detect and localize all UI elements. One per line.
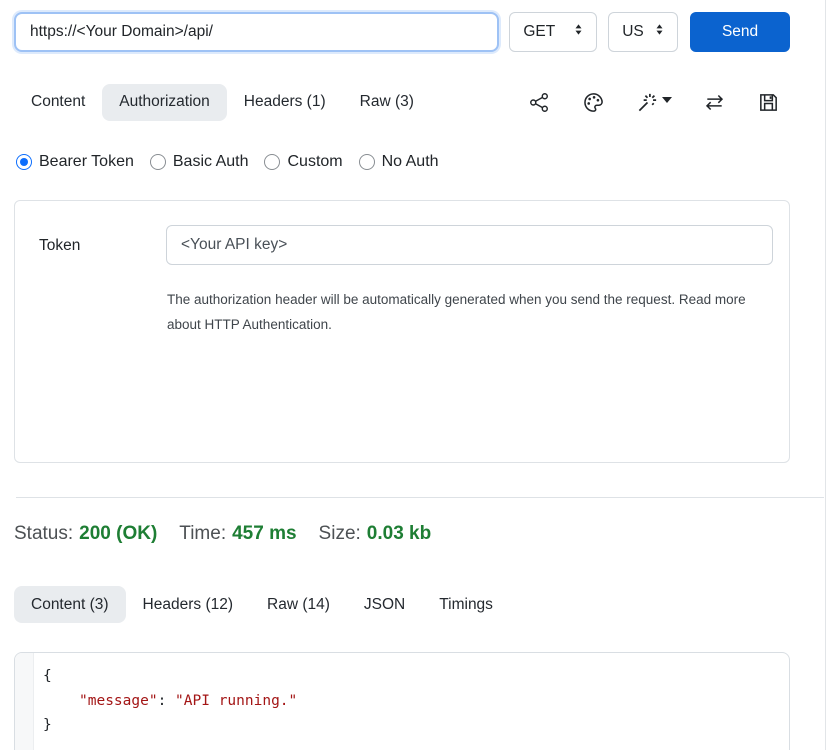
token-field-label: Token (39, 237, 80, 255)
resp-tab-json[interactable]: JSON (347, 586, 422, 623)
code-gutter (15, 653, 34, 750)
json-value: "API running." (175, 693, 297, 709)
radio-button-icon (150, 154, 166, 170)
select-arrows-icon (571, 22, 586, 42)
swap-arrows-icon[interactable] (703, 91, 726, 114)
radio-button-icon (264, 154, 280, 170)
request-bar: GET US Send (14, 12, 790, 52)
radio-label: Custom (287, 153, 342, 171)
method-select-value: GET (523, 23, 555, 41)
select-arrows-icon (652, 22, 667, 42)
token-help-text: The authorization header will be automat… (167, 287, 761, 337)
token-panel: Token The authorization header will be a… (14, 200, 790, 463)
json-key: "message" (79, 693, 158, 709)
radio-label: Bearer Token (39, 153, 134, 171)
radio-basic-auth[interactable]: Basic Auth (150, 153, 249, 171)
token-input[interactable] (166, 225, 773, 265)
toolbar-icons (528, 91, 780, 114)
tab-authorization[interactable]: Authorization (102, 84, 226, 121)
tab-content[interactable]: Content (14, 84, 102, 121)
radio-bearer-token[interactable]: Bearer Token (16, 153, 134, 171)
magic-wand-dropdown[interactable] (636, 91, 672, 114)
response-json: { "message": "API running." } (34, 653, 789, 750)
time-value: 457 ms (232, 523, 296, 545)
radio-label: Basic Auth (173, 153, 249, 171)
response-tabs-row: Content (3) Headers (12) Raw (14) JSON T… (14, 586, 510, 623)
region-select-value: US (622, 23, 644, 41)
radio-button-icon (359, 154, 375, 170)
page-right-edge (825, 0, 826, 750)
section-divider (16, 497, 824, 498)
radio-button-icon (16, 154, 32, 170)
magic-wand-icon (636, 91, 659, 114)
code-line: } (43, 713, 789, 738)
request-tabs-row: Content Authorization Headers (1) Raw (3… (14, 83, 790, 121)
code-line: { (43, 664, 789, 689)
region-select[interactable]: US (608, 12, 678, 52)
size-group: Size: 0.03 kb (319, 523, 432, 545)
tab-raw[interactable]: Raw (3) (343, 84, 431, 121)
radio-custom[interactable]: Custom (264, 153, 342, 171)
method-select[interactable]: GET (509, 12, 597, 52)
response-body-panel: { "message": "API running." } (14, 652, 790, 750)
save-icon[interactable] (757, 91, 780, 114)
response-status-bar: Status: 200 (OK) Time: 457 ms Size: 0.03… (14, 523, 431, 545)
auth-type-options: Bearer Token Basic Auth Custom No Auth (16, 153, 439, 171)
palette-icon[interactable] (582, 91, 605, 114)
send-button[interactable]: Send (690, 12, 790, 52)
resp-tab-raw[interactable]: Raw (14) (250, 586, 347, 623)
radio-label: No Auth (382, 153, 439, 171)
status-label: Status: (14, 523, 73, 545)
resp-tab-content[interactable]: Content (3) (14, 586, 126, 623)
url-input[interactable] (14, 12, 499, 52)
size-value: 0.03 kb (367, 523, 431, 545)
time-group: Time: 457 ms (179, 523, 296, 545)
status-group: Status: 200 (OK) (14, 523, 157, 545)
share-icon[interactable] (528, 91, 551, 114)
status-value: 200 (OK) (79, 523, 157, 545)
chevron-down-icon (662, 97, 672, 103)
time-label: Time: (179, 523, 226, 545)
tab-headers[interactable]: Headers (1) (227, 84, 343, 121)
radio-no-auth[interactable]: No Auth (359, 153, 439, 171)
resp-tab-headers[interactable]: Headers (12) (126, 586, 250, 623)
code-line: "message": "API running." (43, 689, 789, 714)
size-label: Size: (319, 523, 361, 545)
resp-tab-timings[interactable]: Timings (422, 586, 510, 623)
